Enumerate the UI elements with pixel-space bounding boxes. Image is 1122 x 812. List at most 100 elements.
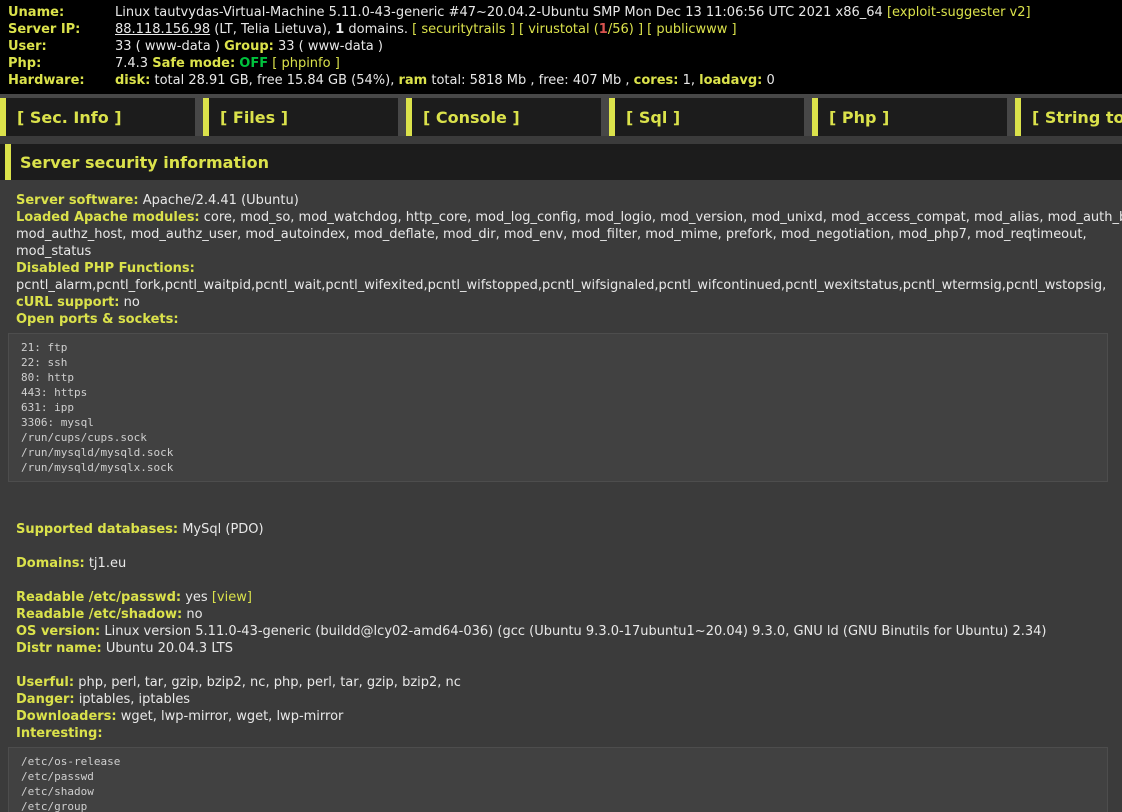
- header-label-user: User:: [8, 38, 115, 55]
- text-segment: cores:: [634, 73, 679, 88]
- text-segment: Loaded Apache modules:: [16, 210, 200, 225]
- info-line: [16, 504, 1122, 521]
- tab-label: [ String tools ]: [1021, 108, 1122, 127]
- header-row-php: Php:7.4.3 Safe mode: OFF [ phpinfo ]: [8, 55, 1122, 72]
- text-segment: ram: [398, 73, 427, 88]
- text-segment: Downloaders:: [16, 709, 117, 724]
- text-segment: Open ports & sockets:: [16, 312, 179, 327]
- info-line: Userful: php, perl, tar, gzip, bzip2, nc…: [16, 674, 1122, 691]
- text-segment: disk:: [115, 73, 150, 88]
- text-segment: php, perl, tar, gzip, bzip2, nc, php, pe…: [74, 675, 461, 690]
- text-segment: pcntl_alarm,pcntl_fork,pcntl_waitpid,pcn…: [16, 278, 1106, 293]
- text-segment: 1: [599, 22, 608, 37]
- server-info-header: Uname:Linux tautvydas-Virtual-Machine 5.…: [0, 0, 1122, 94]
- link-securitytrails[interactable]: [ securitytrails ]: [412, 22, 515, 37]
- header-row-hardware: Hardware:disk: total 28.91 GB, free 15.8…: [8, 72, 1122, 89]
- link-phpinfo[interactable]: [ phpinfo ]: [272, 56, 340, 71]
- info-line: Readable /etc/shadow: no: [16, 606, 1122, 623]
- header-row-server-ip: Server IP:88.118.156.98 (LT, Telia Lietu…: [8, 21, 1122, 38]
- text-segment: no: [119, 295, 139, 310]
- tab-sql[interactable]: [ Sql ]: [609, 98, 804, 136]
- info-line: cURL support: no: [16, 294, 1122, 311]
- text-segment: 33 ( www-data ): [115, 39, 224, 54]
- text-segment: loadavg:: [699, 73, 762, 88]
- text-segment: OS version:: [16, 624, 100, 639]
- info-line: Readable /etc/passwd: yes [view]: [16, 589, 1122, 606]
- security-info-content: Server software: Apache/2.4.41 (Ubuntu)L…: [0, 180, 1122, 812]
- header-value-php: 7.4.3 Safe mode: OFF [ phpinfo ]: [115, 55, 1122, 72]
- text-segment: Readable /etc/shadow:: [16, 607, 182, 622]
- info-line: Supported databases: MySql (PDO): [16, 521, 1122, 538]
- text-segment: Interesting:: [16, 726, 103, 741]
- text-segment: tj1.eu: [85, 556, 126, 571]
- tab-files[interactable]: [ Files ]: [203, 98, 398, 136]
- tab-label: [ Files ]: [209, 108, 288, 127]
- text-segment: mod_authz_host, mod_authz_user, mod_auto…: [16, 227, 1087, 242]
- text-segment: (LT, Telia Lietuva),: [210, 22, 335, 37]
- text-segment: Disabled PHP Functions:: [16, 261, 195, 276]
- text-segment: MySql (PDO): [178, 522, 264, 537]
- text-segment: mod_status: [16, 244, 91, 259]
- link-virustotal[interactable]: [ virustotal (: [519, 22, 599, 37]
- text-segment: Readable /etc/passwd:: [16, 590, 181, 605]
- text-segment: Userful:: [16, 675, 74, 690]
- text-segment: 0: [762, 73, 774, 88]
- info-line: Loaded Apache modules: core, mod_so, mod…: [16, 209, 1122, 226]
- text-segment: total: 5818 Mb , free: 407 Mb ,: [427, 73, 633, 88]
- text-segment: Linux version 5.11.0-43-generic (buildd@…: [100, 624, 1046, 639]
- header-label-hardware: Hardware:: [8, 72, 115, 89]
- info-line: Open ports & sockets:: [16, 311, 1122, 328]
- info-line: Downloaders: wget, lwp-mirror, wget, lwp…: [16, 708, 1122, 725]
- text-segment: iptables, iptables: [75, 692, 191, 707]
- info-line: [16, 487, 1122, 504]
- text-segment: Server software:: [16, 193, 139, 208]
- section-title: Server security information: [11, 153, 269, 172]
- info-line: Distr name: Ubuntu 20.04.3 LTS: [16, 640, 1122, 657]
- text-segment: Linux tautvydas-Virtual-Machine 5.11.0-4…: [115, 5, 887, 20]
- header-value-uname: Linux tautvydas-Virtual-Machine 5.11.0-4…: [115, 4, 1122, 21]
- text-segment: Distr name:: [16, 641, 102, 656]
- tab-label: [ Php ]: [818, 108, 889, 127]
- link-publicwww[interactable]: [ publicwww ]: [647, 22, 736, 37]
- info-line: Disabled PHP Functions:: [16, 260, 1122, 277]
- tab-string-tools[interactable]: [ String tools ]: [1015, 98, 1122, 136]
- tab-label: [ Console ]: [412, 108, 520, 127]
- text-segment: no: [182, 607, 202, 622]
- tab-label: [ Sec. Info ]: [6, 108, 122, 127]
- info-line: [16, 657, 1122, 674]
- text-segment: Danger:: [16, 692, 75, 707]
- text-segment: cURL support:: [16, 295, 119, 310]
- info-line: Server software: Apache/2.4.41 (Ubuntu): [16, 192, 1122, 209]
- tab-sec.-info[interactable]: [ Sec. Info ]: [0, 98, 195, 136]
- link-88.118.156.98[interactable]: 88.118.156.98: [115, 22, 210, 37]
- header-label-server-ip: Server IP:: [8, 21, 115, 38]
- info-line: pcntl_alarm,pcntl_fork,pcntl_waitpid,pcn…: [16, 277, 1122, 294]
- tab-bar: [ Sec. Info ] [ Files ] [ Console ] [ Sql ]…: [0, 94, 1122, 136]
- text-segment: 1: [335, 22, 344, 37]
- interesting-files-list: /etc/os-release /etc/passwd /etc/shadow …: [8, 747, 1108, 812]
- text-segment: total 28.91 GB, free 15.84 GB (54%),: [150, 73, 398, 88]
- section-header: Server security information: [0, 144, 1122, 180]
- tab-console[interactable]: [ Console ]: [406, 98, 601, 136]
- link-56[interactable]: /56) ]: [608, 22, 643, 37]
- open-ports-list: 21: ftp 22: ssh 80: http 443: https 631:…: [8, 333, 1108, 482]
- text-segment: Safe mode:: [152, 56, 235, 71]
- link-view[interactable]: [view]: [212, 590, 252, 605]
- text-segment: yes: [181, 590, 212, 605]
- info-line: mod_status: [16, 243, 1122, 260]
- text-segment: domains.: [344, 22, 412, 37]
- info-line: mod_authz_host, mod_authz_user, mod_auto…: [16, 226, 1122, 243]
- header-value-hardware: disk: total 28.91 GB, free 15.84 GB (54%…: [115, 72, 1122, 89]
- info-line: [16, 572, 1122, 589]
- info-line: [16, 538, 1122, 555]
- text-segment: 33 ( www-data ): [274, 39, 383, 54]
- link-exploit-suggester-v2[interactable]: [exploit-suggester v2]: [887, 5, 1031, 20]
- header-row-uname: Uname:Linux tautvydas-Virtual-Machine 5.…: [8, 4, 1122, 21]
- tab-php[interactable]: [ Php ]: [812, 98, 1007, 136]
- header-value-server-ip: 88.118.156.98 (LT, Telia Lietuva), 1 dom…: [115, 21, 1122, 38]
- header-label-php: Php:: [8, 55, 115, 72]
- text-segment: Ubuntu 20.04.3 LTS: [102, 641, 233, 656]
- info-line: Danger: iptables, iptables: [16, 691, 1122, 708]
- text-segment: Domains:: [16, 556, 85, 571]
- info-line: Interesting:: [16, 725, 1122, 742]
